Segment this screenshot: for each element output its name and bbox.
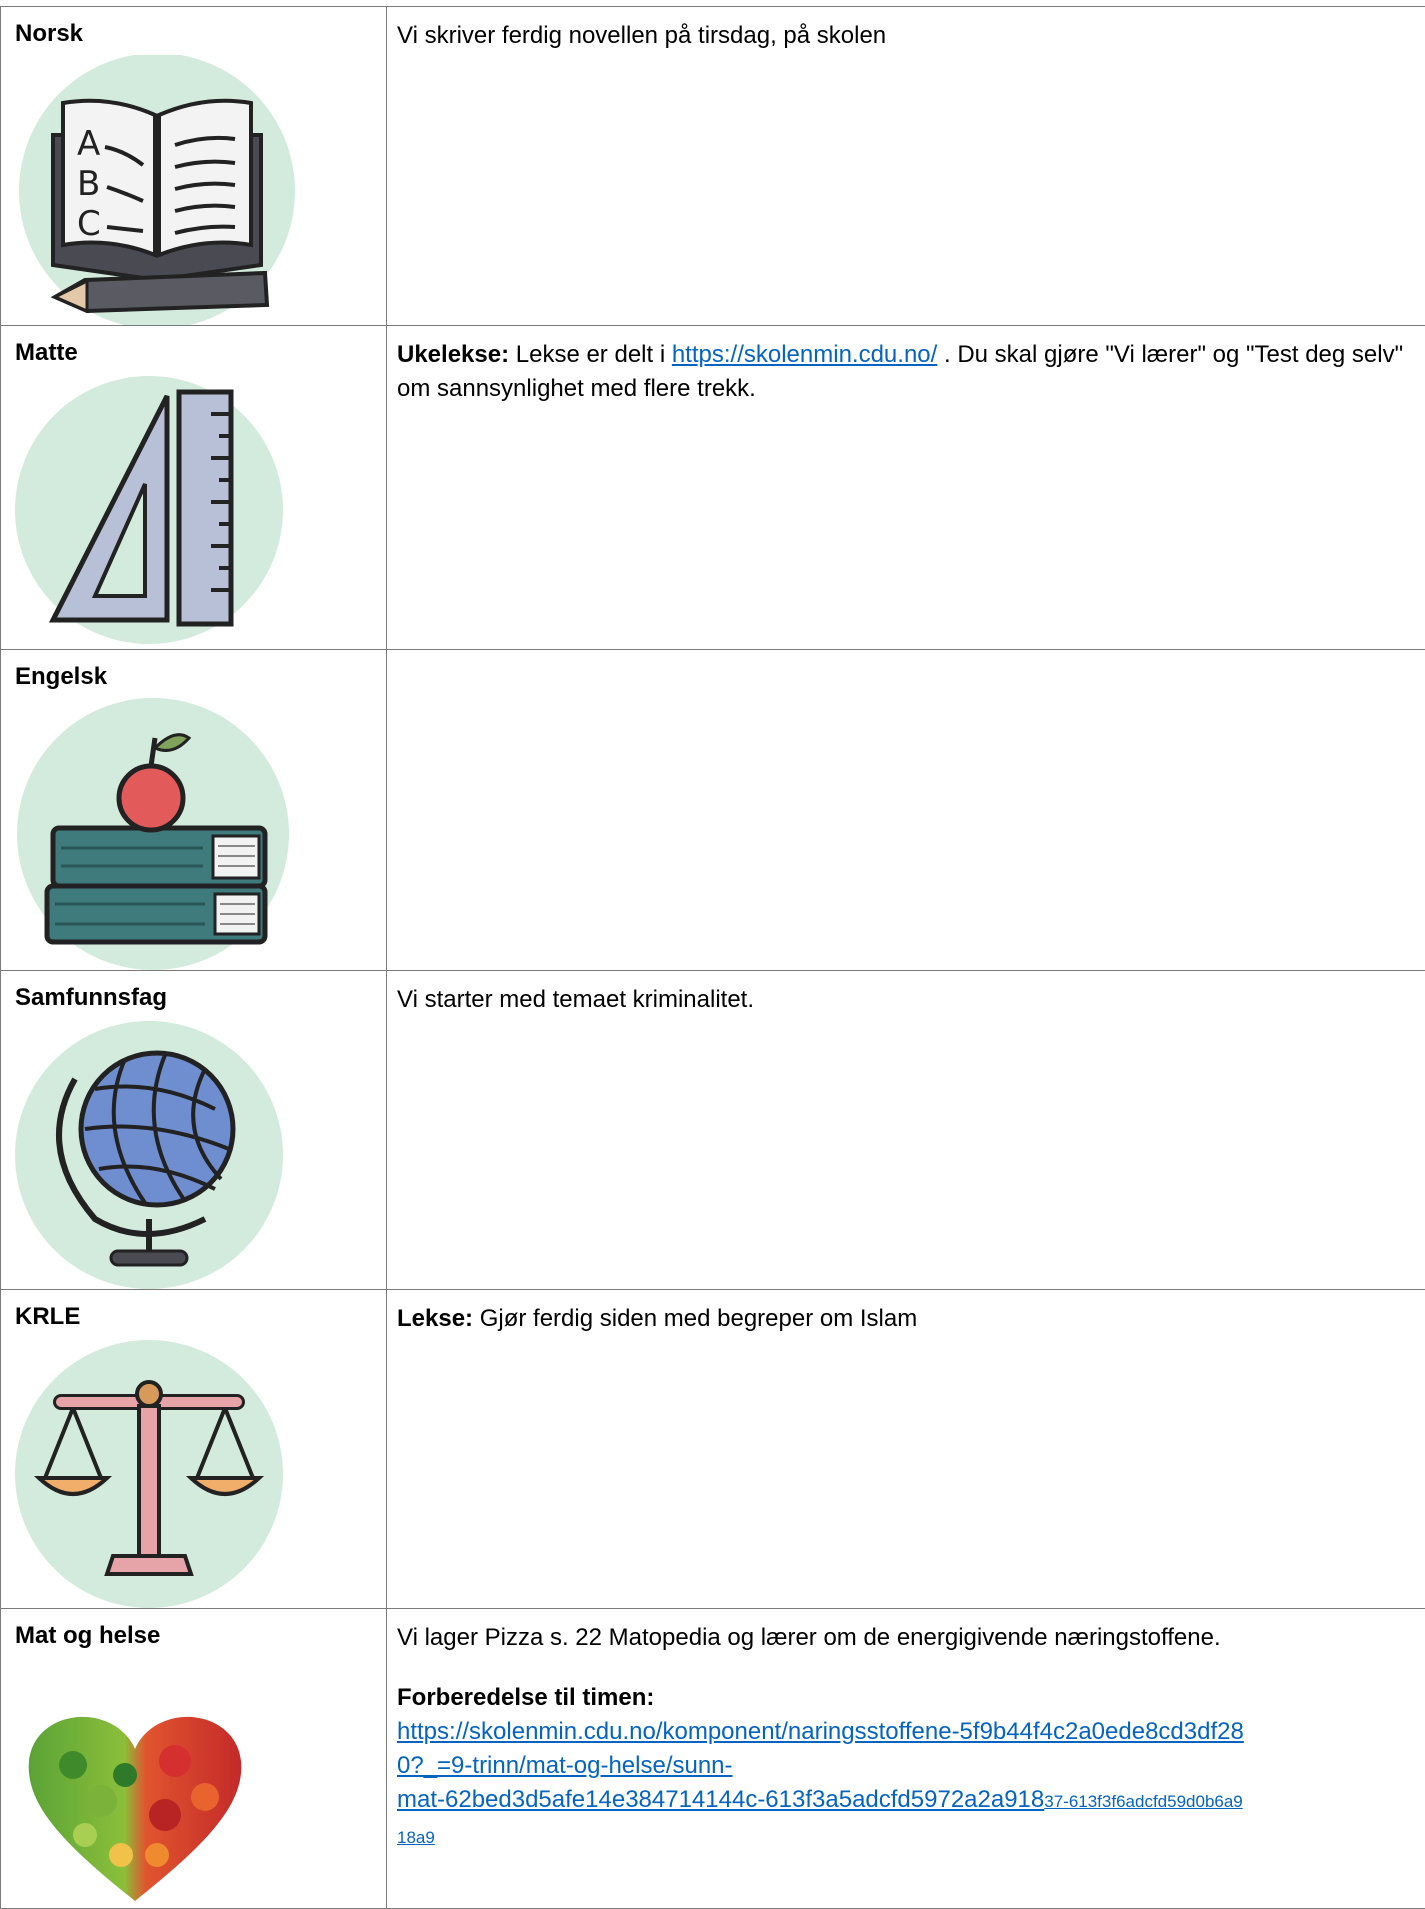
prep-heading: Forberedelse til timen: [397,1684,654,1711]
scales-icon [15,1338,386,1608]
subject-name: Matte [1,326,386,368]
content-pre: Lekse er delt i [509,341,672,368]
svg-text:B: B [77,164,100,204]
content-text: Lekse: Gjør ferdig siden med begreper om… [387,1290,1425,1336]
content-text [387,650,1425,662]
subject-cell: Mat og helse [1,1609,387,1909]
subject-name: KRLE [1,1290,386,1332]
subject-cell: Matte [1,326,387,650]
vegetable-heart-icon [25,1705,386,1905]
subject-cell: Norsk A B C [1,7,387,326]
table-row: Samfunnsfag Vi starter med temaet krimin… [1,971,1425,1290]
content-cell [387,650,1425,971]
subject-name: Samfunnsfag [1,971,386,1013]
content-body: Gjør ferdig siden med begreper om Islam [473,1305,917,1332]
prep-block: Forberedelse til timen: https://skolenmi… [387,1681,1425,1855]
ruler-triangle-icon [15,374,386,644]
table-row: Mat og helse [1,1609,1425,1909]
content-cell: Vi lager Pizza s. 22 Matopedia og lærer … [387,1609,1425,1909]
naringsstoffene-link-line4[interactable]: 18a9 [397,1828,435,1847]
table-row: Matte Ukelekse: Lekse er delt i https://… [1,326,1425,650]
naringsstoffene-link-line3-small[interactable]: 37-613f3f6adcfd59d0b6a9 [1044,1792,1243,1811]
subject-cell: Engelsk [1,650,387,971]
subject-name: Norsk [1,7,386,49]
content-text: Vi skriver ferdig novellen på tirsdag, p… [387,7,1425,53]
svg-text:C: C [77,204,101,244]
content-text: Vi starter med temaet kriminalitet. [387,971,1425,1017]
homework-label: Lekse: [397,1305,473,1332]
homework-table: Norsk A B C Vi skriver ferdig nove [0,6,1425,1909]
naringsstoffene-link-line1[interactable]: https://skolenmin.cdu.no/komponent/narin… [397,1718,1244,1745]
content-cell: Vi starter med temaet kriminalitet. [387,971,1425,1290]
alphabet-book-icon: A B C [15,55,386,325]
table-row: Norsk A B C Vi skriver ferdig nove [1,7,1425,326]
subject-cell: KRLE [1,1290,387,1609]
homework-label: Ukelekse: [397,341,509,368]
apple-books-icon [15,698,386,970]
subject-name: Mat og helse [1,1609,386,1651]
content-cell: Ukelekse: Lekse er delt i https://skolen… [387,326,1425,650]
svg-text:A: A [77,124,100,164]
content-cell: Lekse: Gjør ferdig siden med begreper om… [387,1290,1425,1609]
skolenmin-link[interactable]: https://skolenmin.cdu.no/ [672,341,937,368]
globe-icon [15,1019,386,1289]
table-row: Engelsk [1,650,1425,971]
naringsstoffene-link-line2[interactable]: 0?_=9-trinn/mat-og-helse/sunn- [397,1752,733,1779]
subject-name: Engelsk [1,650,386,692]
table-row: KRLE Lekse: Gjør ferdig siden med begrep… [1,1290,1425,1609]
content-cell: Vi skriver ferdig novellen på tirsdag, p… [387,7,1425,326]
naringsstoffene-link-line3[interactable]: mat-62bed3d5afe14e384714144c-613f3a5adcf… [397,1786,1044,1813]
content-text: Vi lager Pizza s. 22 Matopedia og lærer … [387,1609,1425,1655]
subject-cell: Samfunnsfag [1,971,387,1290]
content-text: Ukelekse: Lekse er delt i https://skolen… [387,326,1425,406]
